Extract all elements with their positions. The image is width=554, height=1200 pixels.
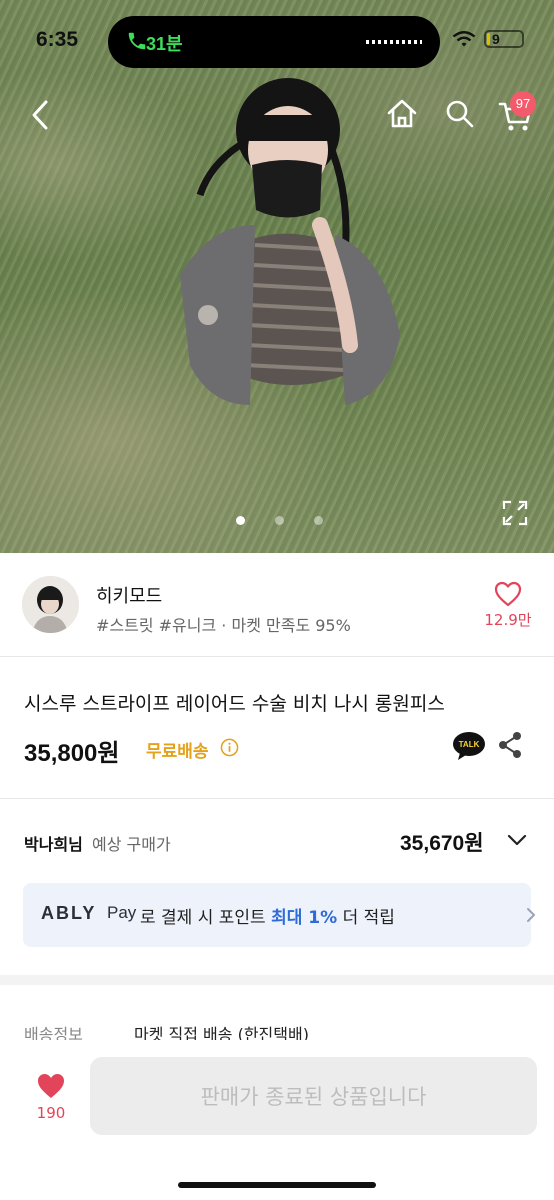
- like-count: 190: [36, 1104, 66, 1122]
- svg-text:TALK: TALK: [459, 740, 480, 749]
- follow-count: 12.9만: [484, 611, 532, 629]
- pagination-dot[interactable]: [236, 516, 245, 525]
- avatar-image: [22, 576, 79, 633]
- ably-pay-label: Pay: [107, 903, 137, 922]
- product-photo-model: [180, 78, 400, 405]
- status-time: 6:35: [36, 28, 79, 51]
- heart-filled-icon[interactable]: [36, 1072, 66, 1100]
- expected-price-label: 예상 구매가: [92, 835, 171, 854]
- ably-pay-text: 로 결제 시 포인트 최대 1% 더 적립: [140, 903, 395, 928]
- seller-section[interactable]: 히키모드 #스트릿 #유니크 · 마켓 만족도 95% 12.9만: [0, 553, 554, 657]
- product-title: 시스루 스트라이프 레이어드 수술 비치 나시 롱원피스: [24, 693, 445, 715]
- chevron-down-icon[interactable]: [506, 829, 528, 851]
- expand-icon[interactable]: [500, 498, 530, 528]
- section-divider: [0, 975, 554, 985]
- kakaotalk-icon[interactable]: TALK: [452, 731, 486, 761]
- pagination-dot[interactable]: [314, 516, 323, 525]
- info-icon[interactable]: [220, 738, 239, 757]
- search-icon[interactable]: [442, 96, 478, 132]
- battery-percent: 9: [492, 31, 500, 47]
- status-bar: 6:35 31분 9: [0, 0, 554, 84]
- wifi-icon: [452, 31, 476, 47]
- audio-waveform-icon: [366, 40, 422, 44]
- pagination-dot[interactable]: [275, 516, 284, 525]
- sold-out-button[interactable]: 판매가 종료된 상품입니다: [90, 1057, 537, 1135]
- seller-avatar[interactable]: [22, 576, 79, 633]
- home-indicator: [178, 1182, 376, 1188]
- battery-level: [487, 33, 490, 45]
- expected-price-row[interactable]: 박나희님 예상 구매가 35,670원: [0, 799, 554, 883]
- free-shipping-badge: 무료배송: [146, 742, 209, 762]
- gallery-pagination: [236, 516, 323, 525]
- battery-icon: [484, 30, 524, 48]
- product-info: 시스루 스트라이프 레이어드 수술 비치 나시 롱원피스 35,800원 무료배…: [0, 657, 554, 799]
- seller-name[interactable]: 히키모드: [96, 582, 162, 608]
- expected-price-value: 35,670원: [400, 832, 484, 855]
- cart-count-badge: 97: [510, 91, 536, 117]
- ably-logo: ABLY: [41, 903, 97, 923]
- share-icon[interactable]: [496, 731, 524, 759]
- call-duration: 31분: [146, 34, 183, 54]
- phone-call-icon: [128, 32, 146, 50]
- user-name: 박나희님: [24, 835, 83, 854]
- ably-pay-text-after: 더 적립: [337, 908, 395, 928]
- home-icon[interactable]: [384, 96, 420, 132]
- seller-tags: #스트릿 #유니크 · 마켓 만족도 95%: [96, 616, 351, 635]
- ably-pay-text-before: 로 결제 시 포인트: [140, 908, 272, 928]
- dynamic-island[interactable]: 31분: [108, 16, 440, 68]
- ably-pay-banner[interactable]: ABLY Pay 로 결제 시 포인트 최대 1% 더 적립: [23, 883, 535, 947]
- chevron-right-icon: [527, 908, 535, 922]
- bottom-action-bar: 190 판매가 종료된 상품입니다: [0, 1040, 554, 1200]
- ably-pay-highlight: 최대 1%: [271, 908, 338, 928]
- heart-outline-icon[interactable]: [494, 581, 522, 607]
- back-arrow-icon[interactable]: [26, 96, 54, 134]
- product-price: 35,800원: [24, 740, 120, 767]
